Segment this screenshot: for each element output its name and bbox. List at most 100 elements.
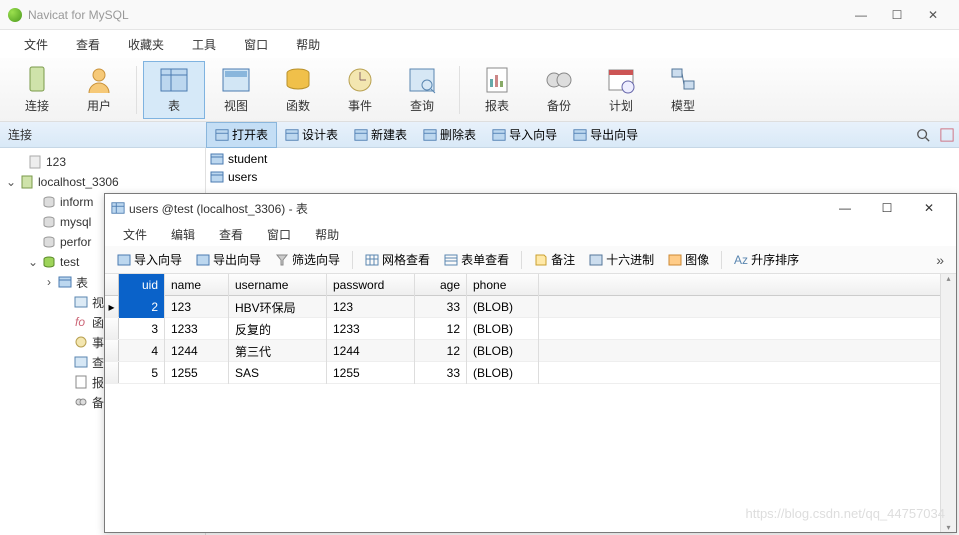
tool-user[interactable]: 用户 — [68, 61, 130, 119]
row-pointer — [105, 340, 119, 361]
cell-uid[interactable]: 5 — [119, 362, 165, 384]
sub-tool-hex[interactable]: 十六进制 — [583, 249, 660, 271]
action-5[interactable]: 导出向导 — [565, 122, 646, 148]
sub-tool-image[interactable]: 图像 — [662, 249, 715, 271]
sub-tool-grid[interactable]: 网格查看 — [359, 249, 436, 271]
view-icon — [221, 65, 251, 95]
grid-icon[interactable] — [935, 128, 959, 142]
cell-password[interactable]: 1233 — [327, 318, 415, 340]
tool-event[interactable]: 事件 — [329, 61, 391, 119]
schedule-icon — [606, 65, 636, 95]
row-pointer — [105, 362, 119, 383]
data-grid[interactable]: uidnameusernamepasswordagephone ▸2123HBV… — [105, 274, 940, 532]
table-row[interactable]: 41244第三代124412(BLOB) — [105, 340, 940, 362]
vertical-scrollbar[interactable] — [940, 274, 956, 532]
cell-password[interactable]: 1244 — [327, 340, 415, 362]
cell-uid[interactable]: 4 — [119, 340, 165, 362]
tool-view[interactable]: 视图 — [205, 61, 267, 119]
sub-tool-export[interactable]: 导出向导 — [190, 249, 267, 271]
sub-tool-filter[interactable]: 筛选向导 — [269, 249, 346, 271]
cell-name[interactable]: 1244 — [165, 340, 229, 362]
tool-model[interactable]: 模型 — [652, 61, 714, 119]
cell-uid[interactable]: 2 — [119, 296, 165, 318]
import-icon — [117, 253, 131, 267]
sub-menu-3[interactable]: 窗口 — [255, 226, 303, 243]
sub-close-button[interactable]: ✕ — [908, 196, 950, 220]
sub-tool-import[interactable]: 导入向导 — [111, 249, 188, 271]
table-row[interactable]: 51255SAS125533(BLOB) — [105, 362, 940, 384]
tree-node-0[interactable]: 123 — [0, 152, 205, 172]
table-row[interactable]: ▸2123HBV环保局12333(BLOB) — [105, 296, 940, 318]
chevron-down-icon[interactable]: ⌄ — [28, 255, 38, 269]
menu-4[interactable]: 窗口 — [230, 32, 282, 57]
cell-username[interactable]: HBV环保局 — [229, 296, 327, 318]
cell-username[interactable]: SAS — [229, 362, 327, 384]
menu-2[interactable]: 收藏夹 — [114, 32, 178, 57]
sub-menu-2[interactable]: 查看 — [207, 226, 255, 243]
table-small-icon — [354, 128, 368, 142]
tool-query[interactable]: 查询 — [391, 61, 453, 119]
tree-icon — [74, 295, 88, 309]
tree-icon: fo — [74, 315, 88, 329]
sub-maximize-button[interactable]: ☐ — [866, 196, 908, 220]
cell-name[interactable]: 123 — [165, 296, 229, 318]
tool-report[interactable]: 报表 — [466, 61, 528, 119]
tool-connect[interactable]: 连接 — [6, 61, 68, 119]
cell-password[interactable]: 1255 — [327, 362, 415, 384]
column-header-uid[interactable]: uid — [119, 274, 165, 296]
search-icon[interactable] — [911, 128, 935, 142]
export-icon — [196, 253, 210, 267]
maximize-button[interactable]: ☐ — [879, 3, 915, 27]
cell-phone[interactable]: (BLOB) — [467, 362, 539, 384]
cell-age[interactable]: 33 — [415, 296, 467, 318]
menu-0[interactable]: 文件 — [10, 32, 62, 57]
chevron-right-icon[interactable]: › — [44, 275, 54, 289]
tool-backup[interactable]: 备份 — [528, 61, 590, 119]
table-list-item[interactable]: users — [206, 168, 959, 186]
action-1[interactable]: 设计表 — [277, 122, 346, 148]
cell-phone[interactable]: (BLOB) — [467, 318, 539, 340]
function-icon — [283, 65, 313, 95]
column-header-password[interactable]: password — [327, 274, 415, 296]
column-header-phone[interactable]: phone — [467, 274, 539, 296]
column-header-username[interactable]: username — [229, 274, 327, 296]
action-4[interactable]: 导入向导 — [484, 122, 565, 148]
sub-menu-4[interactable]: 帮助 — [303, 226, 351, 243]
menu-1[interactable]: 查看 — [62, 32, 114, 57]
sub-menu-0[interactable]: 文件 — [111, 226, 159, 243]
sub-toolbar: 导入向导导出向导筛选向导网格查看表单查看备注十六进制图像 Az升序排序 » — [105, 246, 956, 274]
cell-age[interactable]: 33 — [415, 362, 467, 384]
more-icon[interactable]: » — [936, 252, 950, 268]
minimize-button[interactable]: — — [843, 3, 879, 27]
table-list-item[interactable]: student — [206, 150, 959, 168]
sub-tool-form[interactable]: 表单查看 — [438, 249, 515, 271]
column-header-name[interactable]: name — [165, 274, 229, 296]
tool-schedule[interactable]: 计划 — [590, 61, 652, 119]
close-button[interactable]: ✕ — [915, 3, 951, 27]
tool-function[interactable]: 函数 — [267, 61, 329, 119]
cell-phone[interactable]: (BLOB) — [467, 340, 539, 362]
cell-username[interactable]: 反复的 — [229, 318, 327, 340]
sub-minimize-button[interactable]: — — [824, 196, 866, 220]
sub-tool-note[interactable]: 备注 — [528, 249, 581, 271]
cell-username[interactable]: 第三代 — [229, 340, 327, 362]
sub-tool-sort[interactable]: Az升序排序 — [728, 249, 805, 271]
cell-name[interactable]: 1255 — [165, 362, 229, 384]
tool-table[interactable]: 表 — [143, 61, 205, 119]
action-3[interactable]: 删除表 — [415, 122, 484, 148]
cell-uid[interactable]: 3 — [119, 318, 165, 340]
column-header-age[interactable]: age — [415, 274, 467, 296]
cell-password[interactable]: 123 — [327, 296, 415, 318]
action-0[interactable]: 打开表 — [206, 122, 277, 148]
table-row[interactable]: 31233反复的123312(BLOB) — [105, 318, 940, 340]
action-2[interactable]: 新建表 — [346, 122, 415, 148]
cell-age[interactable]: 12 — [415, 318, 467, 340]
sub-menu-1[interactable]: 编辑 — [159, 226, 207, 243]
tree-node-1[interactable]: ⌄localhost_3306 — [0, 172, 205, 192]
cell-name[interactable]: 1233 — [165, 318, 229, 340]
menu-3[interactable]: 工具 — [178, 32, 230, 57]
cell-age[interactable]: 12 — [415, 340, 467, 362]
menu-5[interactable]: 帮助 — [282, 32, 334, 57]
chevron-down-icon[interactable]: ⌄ — [6, 175, 16, 189]
cell-phone[interactable]: (BLOB) — [467, 296, 539, 318]
